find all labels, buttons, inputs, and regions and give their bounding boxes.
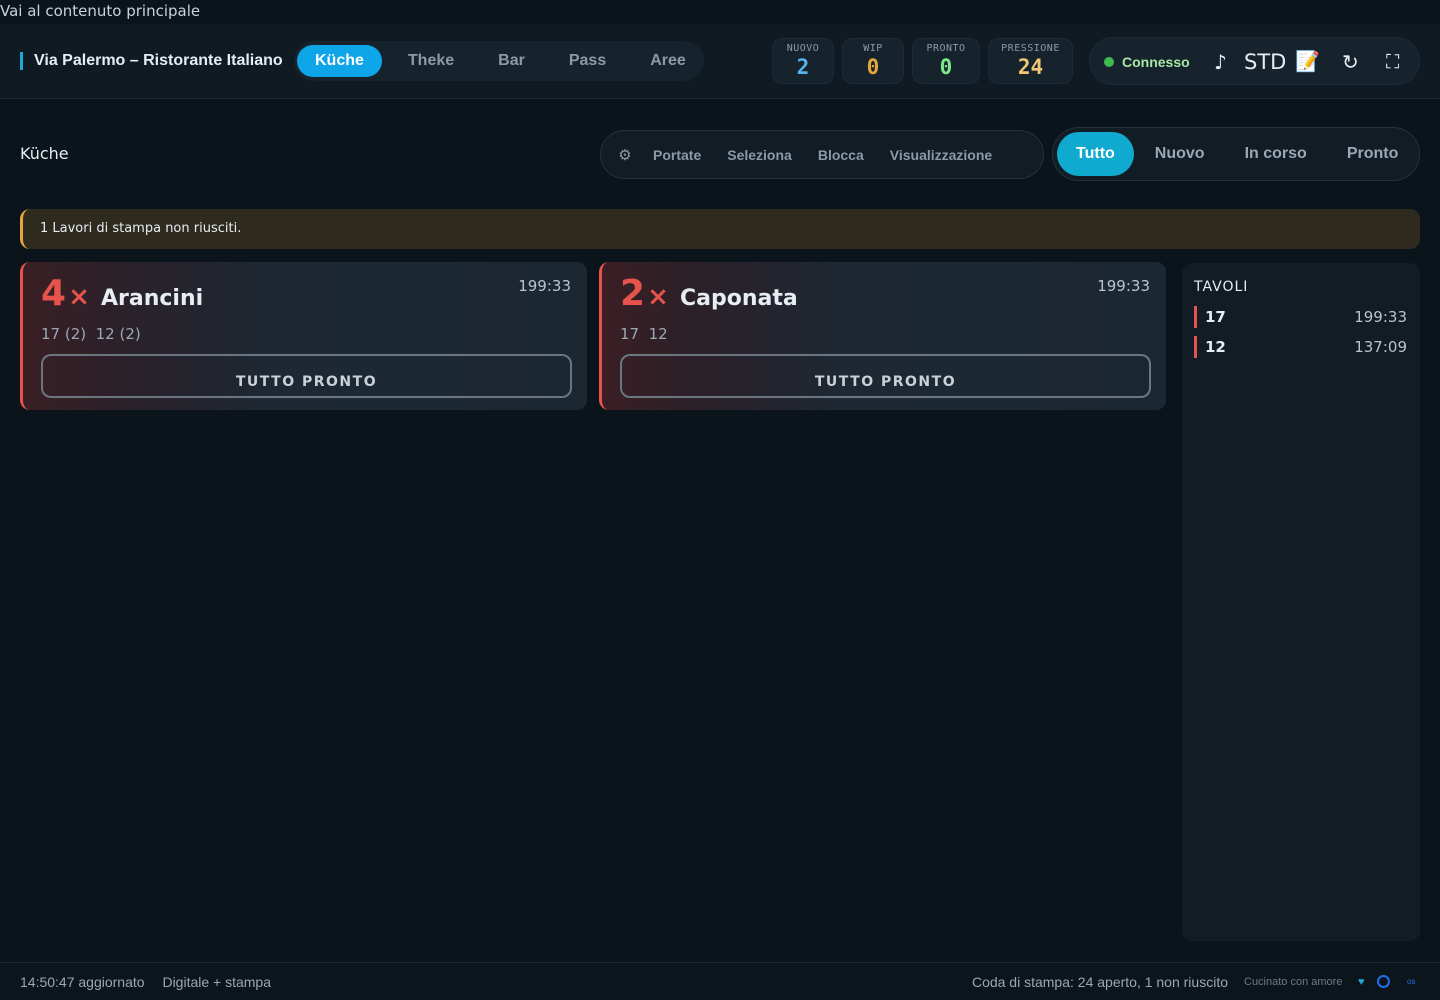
metric-value: 0: [866, 55, 880, 79]
table-number: 17: [1205, 308, 1226, 326]
connection-status: Connesso: [1122, 54, 1190, 70]
status-filters: Tutto Nuovo In corso Pronto: [1052, 127, 1420, 181]
metric-label: WIP: [863, 43, 883, 54]
venue-name: Via Palermo – Ristorante Italiano: [20, 52, 283, 70]
status-controls: Connesso ♪ STD 📝 ↻ ⛶: [1089, 37, 1420, 85]
item-tables: 17 12: [620, 325, 668, 343]
metric-label: PRESSIONE: [1001, 43, 1060, 54]
status-footer: 14:50:47 aggiornato Digitale + stampa Co…: [0, 962, 1440, 1000]
footer-left: 14:50:47 aggiornato Digitale + stampa: [20, 973, 285, 991]
footer-credit: Cucinato con amore: [1244, 976, 1343, 988]
density-toggle[interactable]: STD: [1244, 49, 1286, 75]
item-quantity: 2×: [620, 274, 669, 317]
notes-icon[interactable]: 📝: [1295, 49, 1320, 73]
item-timer: 199:33: [518, 277, 571, 295]
skip-to-content-link[interactable]: Vai al contenuto principale: [0, 2, 200, 20]
metric-value: 0: [939, 55, 953, 79]
metric-nuovo: NUOVO 2: [772, 38, 834, 84]
quantity-number: 4: [41, 273, 67, 314]
gear-icon[interactable]: ⚙: [611, 145, 639, 165]
filter-pronto[interactable]: Pronto: [1328, 132, 1418, 176]
metric-label: PRONTO: [926, 43, 966, 54]
table-timer: 137:09: [1354, 338, 1407, 356]
loading-spinner-icon: [1377, 975, 1390, 988]
tab-pass[interactable]: Pass: [551, 45, 624, 77]
page-title: Küche: [20, 144, 69, 163]
tables-panel-title: TAVOLI: [1194, 279, 1249, 295]
item-tables: 17 (2) 12 (2): [41, 325, 141, 343]
metric-wip: WIP 0: [842, 38, 904, 84]
order-card[interactable]: 2× Caponata 199:33 17 12 TUTTO PRONTO: [599, 262, 1166, 410]
print-queue-status: Coda di stampa: 24 aperto, 1 non riuscit…: [971, 974, 1228, 990]
last-updated: 14:50:47 aggiornato: [20, 974, 145, 990]
metric-value: 2: [796, 55, 810, 79]
heart-icon: ♥: [1358, 976, 1365, 988]
visualizzazione-button[interactable]: Visualizzazione: [878, 145, 1004, 165]
os-badge: os: [1407, 977, 1416, 986]
refresh-icon[interactable]: ↻: [1342, 50, 1359, 74]
item-timer: 199:33: [1097, 277, 1150, 295]
all-ready-button[interactable]: TUTTO PRONTO: [620, 354, 1151, 398]
metric-pronto: PRONTO 0: [912, 38, 980, 84]
tab-aree[interactable]: Aree: [632, 45, 704, 77]
tab-kuche[interactable]: Küche: [297, 45, 382, 77]
table-number: 12: [1205, 338, 1226, 356]
seleziona-button[interactable]: Seleziona: [715, 145, 804, 165]
table-row[interactable]: 17 199:33: [1194, 306, 1407, 328]
quantity-symbol: ×: [68, 282, 90, 312]
filter-tutto[interactable]: Tutto: [1057, 132, 1134, 176]
table-timer: 199:33: [1354, 308, 1407, 326]
action-bar: ⚙ Portate Seleziona Blocca Visualizzazio…: [600, 130, 1044, 179]
metric-label: NUOVO: [786, 43, 820, 54]
portate-button[interactable]: Portate: [641, 145, 713, 165]
station-tabs: Küche Theke Bar Pass Aree: [294, 41, 704, 81]
connection-dot: [1104, 57, 1114, 67]
table-row[interactable]: 12 137:09: [1194, 336, 1407, 358]
blocca-button[interactable]: Blocca: [806, 145, 876, 165]
fullscreen-icon[interactable]: ⛶: [1386, 50, 1399, 74]
tables-panel: TAVOLI 17 199:33 12 137:09: [1182, 263, 1420, 941]
output-mode: Digitale + stampa: [162, 974, 272, 990]
all-ready-button[interactable]: TUTTO PRONTO: [41, 354, 572, 398]
print-error-alert: 1 Lavori di stampa non riusciti.: [20, 209, 1420, 249]
quantity-number: 2: [620, 273, 646, 314]
filter-in-corso[interactable]: In corso: [1226, 132, 1326, 176]
tab-bar[interactable]: Bar: [480, 45, 543, 77]
metric-pressione: PRESSIONE 24: [988, 38, 1073, 84]
item-name: Caponata: [680, 286, 798, 311]
item-name: Arancini: [101, 286, 204, 311]
sound-toggle-icon[interactable]: ♪: [1214, 50, 1227, 74]
tab-theke[interactable]: Theke: [390, 45, 472, 77]
top-bar: Via Palermo – Ristorante Italiano Küche …: [0, 24, 1440, 99]
metric-value: 24: [1017, 55, 1044, 79]
item-quantity: 4×: [41, 274, 90, 317]
quantity-symbol: ×: [647, 282, 669, 312]
filter-nuovo[interactable]: Nuovo: [1136, 132, 1224, 176]
order-card[interactable]: 4× Arancini 199:33 17 (2) 12 (2) TUTTO P…: [20, 262, 587, 410]
